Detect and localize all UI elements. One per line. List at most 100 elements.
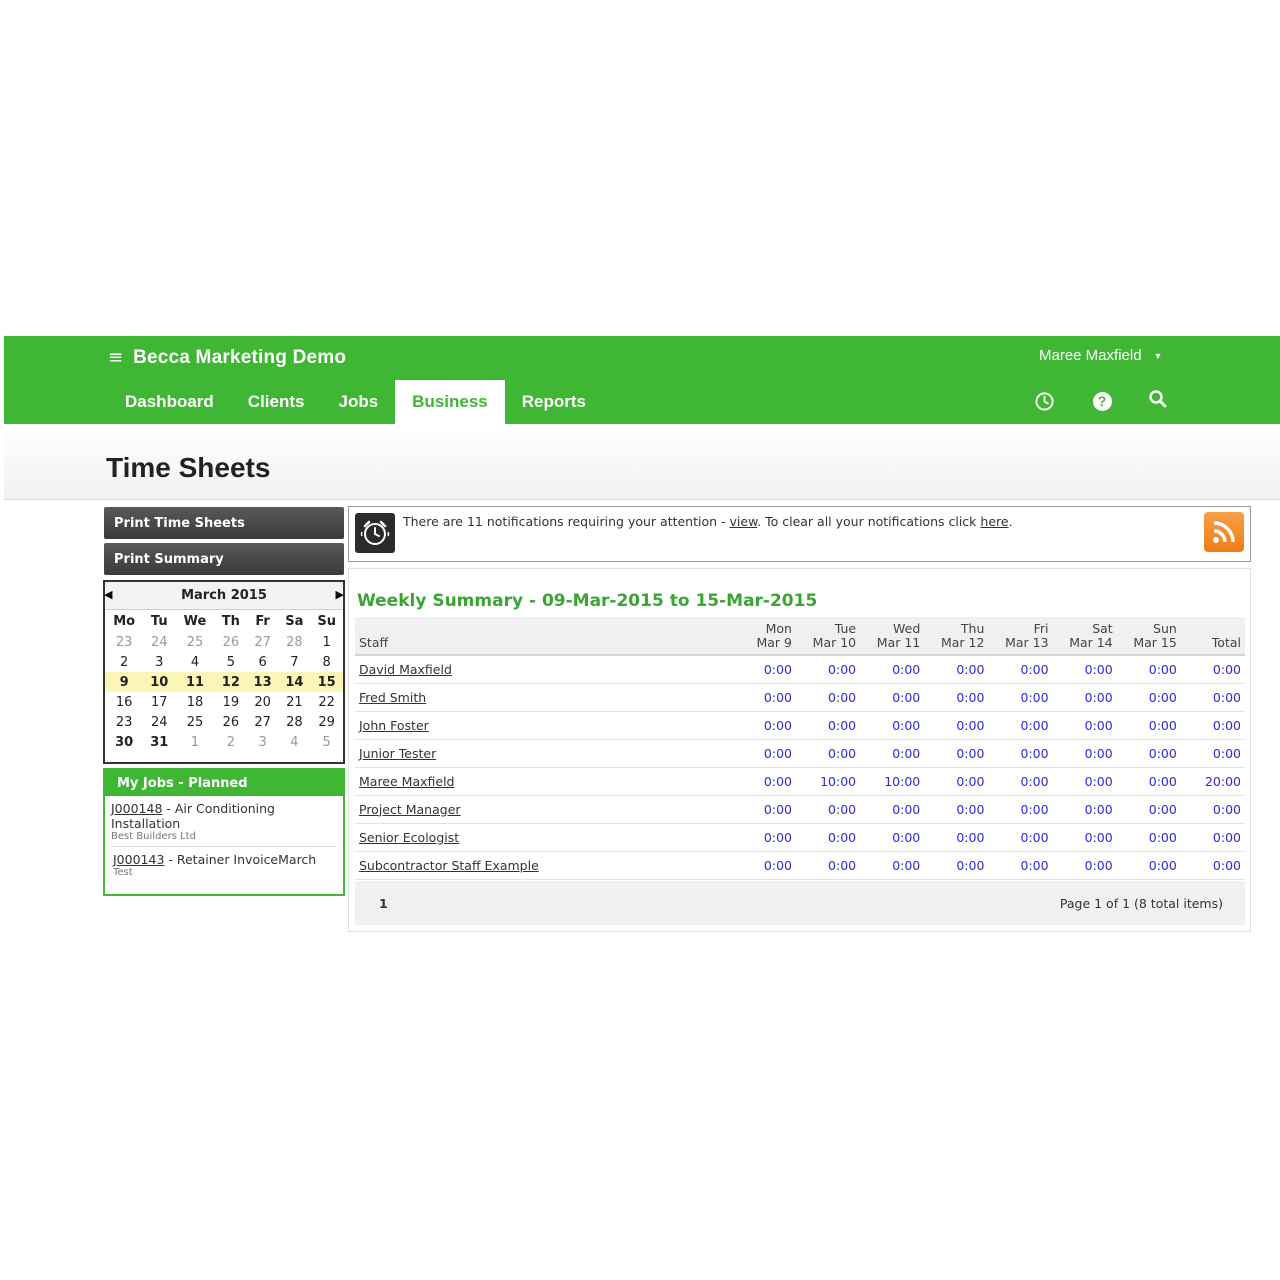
calendar-day[interactable]: 4	[175, 652, 215, 672]
hours-cell[interactable]: 0:00	[1052, 655, 1117, 684]
print-summary-button[interactable]: Print Summary	[104, 543, 344, 575]
hours-cell[interactable]: 0:00	[1052, 711, 1117, 740]
calendar-day[interactable]: 13	[246, 672, 279, 692]
hours-cell[interactable]: 0:00	[988, 851, 1053, 880]
calendar-day[interactable]: 3	[143, 652, 175, 672]
calendar-day[interactable]: 23	[105, 632, 143, 652]
hours-cell[interactable]: 10:00	[795, 767, 861, 796]
calendar-day[interactable]: 5	[310, 732, 343, 752]
hours-cell[interactable]: 0:00	[795, 823, 861, 852]
calendar-day[interactable]: 14	[278, 672, 311, 692]
calendar-day[interactable]: 25	[175, 712, 215, 732]
calendar-day[interactable]: 2	[105, 652, 143, 672]
hours-cell[interactable]: 0:00	[860, 739, 925, 768]
hours-cell[interactable]: 0:00	[795, 655, 861, 684]
calendar-day[interactable]: 23	[105, 712, 143, 732]
hours-cell[interactable]: 0:00	[1116, 683, 1181, 712]
search-icon[interactable]	[1147, 388, 1169, 410]
hours-cell[interactable]: 0:00	[731, 767, 796, 796]
total-hours-cell[interactable]: 20:00	[1180, 767, 1245, 796]
staff-name-link[interactable]: Maree Maxfield	[355, 767, 732, 796]
calendar-day[interactable]: 16	[105, 692, 143, 712]
total-hours-cell[interactable]: 0:00	[1180, 823, 1245, 852]
hours-cell[interactable]: 0:00	[795, 795, 861, 824]
calendar-day[interactable]: 1	[175, 732, 215, 752]
calendar-day[interactable]: 9	[105, 672, 144, 692]
staff-name-link[interactable]: John Foster	[355, 711, 732, 740]
print-time-sheets-button[interactable]: Print Time Sheets	[104, 507, 344, 539]
hours-cell[interactable]: 0:00	[988, 655, 1053, 684]
hours-cell[interactable]: 0:00	[731, 823, 796, 852]
job-code-link[interactable]: J000143	[113, 852, 164, 867]
hours-cell[interactable]: 0:00	[1116, 655, 1181, 684]
hours-cell[interactable]: 0:00	[860, 795, 925, 824]
job-code-link[interactable]: J000148	[111, 801, 162, 816]
hours-cell[interactable]: 0:00	[860, 683, 925, 712]
user-menu[interactable]: Maree Maxfield ▼	[1039, 347, 1162, 364]
calendar-day[interactable]: 17	[143, 692, 175, 712]
hours-cell[interactable]: 0:00	[988, 739, 1053, 768]
calendar-day[interactable]: 4	[278, 732, 310, 752]
total-hours-cell[interactable]: 0:00	[1180, 683, 1245, 712]
staff-name-link[interactable]: Project Manager	[355, 795, 732, 824]
calendar-day[interactable]: 2	[215, 732, 247, 752]
calendar-day[interactable]: 28	[278, 632, 310, 652]
view-notifications-link[interactable]: view	[730, 514, 758, 529]
hours-cell[interactable]: 0:00	[988, 711, 1053, 740]
hours-cell[interactable]: 0:00	[795, 683, 861, 712]
total-hours-cell[interactable]: 0:00	[1180, 851, 1245, 880]
hours-cell[interactable]: 0:00	[924, 683, 989, 712]
calendar-day[interactable]: 25	[175, 632, 215, 652]
hours-cell[interactable]: 0:00	[924, 767, 989, 796]
prev-month-icon[interactable]: ◀	[104, 588, 112, 601]
calendar-day[interactable]: 30	[105, 732, 143, 752]
calendar-day[interactable]: 8	[310, 652, 343, 672]
hours-cell[interactable]: 0:00	[988, 795, 1053, 824]
calendar-day[interactable]: 5	[215, 652, 247, 672]
hours-cell[interactable]: 0:00	[860, 851, 925, 880]
calendar-day[interactable]: 11	[175, 672, 215, 692]
calendar-day[interactable]: 28	[278, 712, 310, 732]
hours-cell[interactable]: 0:00	[1052, 683, 1117, 712]
calendar-day[interactable]: 29	[310, 712, 343, 732]
hours-cell[interactable]: 0:00	[731, 739, 796, 768]
help-icon[interactable]: ?	[1091, 390, 1113, 412]
calendar-day[interactable]: 15	[310, 672, 343, 692]
calendar-day[interactable]: 19	[215, 692, 247, 712]
calendar-day[interactable]: 1	[310, 632, 343, 652]
calendar-day[interactable]: 6	[247, 652, 279, 672]
hours-cell[interactable]: 0:00	[924, 795, 989, 824]
clock-icon[interactable]	[1033, 390, 1055, 412]
hours-cell[interactable]: 0:00	[988, 823, 1053, 852]
calendar-day[interactable]: 10	[143, 672, 176, 692]
staff-name-link[interactable]: Senior Ecologist	[355, 823, 732, 852]
hours-cell[interactable]: 0:00	[860, 711, 925, 740]
hours-cell[interactable]: 0:00	[924, 711, 989, 740]
tab-clients[interactable]: Clients	[231, 380, 322, 424]
hours-cell[interactable]: 0:00	[860, 655, 925, 684]
tab-reports[interactable]: Reports	[505, 380, 603, 424]
hours-cell[interactable]: 0:00	[1052, 823, 1117, 852]
clear-notifications-link[interactable]: here	[980, 514, 1008, 529]
hours-cell[interactable]: 0:00	[860, 823, 925, 852]
calendar-day[interactable]: 26	[215, 632, 247, 652]
calendar-day[interactable]: 26	[215, 712, 247, 732]
menu-list-icon[interactable]: ≡	[108, 349, 123, 367]
hours-cell[interactable]: 0:00	[1116, 711, 1181, 740]
total-hours-cell[interactable]: 0:00	[1180, 711, 1245, 740]
hours-cell[interactable]: 0:00	[1116, 851, 1181, 880]
pager-page-1[interactable]: 1	[379, 896, 388, 911]
hours-cell[interactable]: 0:00	[731, 851, 796, 880]
staff-name-link[interactable]: Fred Smith	[355, 683, 732, 712]
hours-cell[interactable]: 0:00	[924, 739, 989, 768]
hours-cell[interactable]: 0:00	[924, 851, 989, 880]
staff-name-link[interactable]: Subcontractor Staff Example	[355, 851, 732, 880]
hours-cell[interactable]: 0:00	[1116, 739, 1181, 768]
hours-cell[interactable]: 0:00	[731, 655, 796, 684]
calendar-day[interactable]: 3	[247, 732, 279, 752]
hours-cell[interactable]: 0:00	[1052, 851, 1117, 880]
staff-name-link[interactable]: Junior Tester	[355, 739, 732, 768]
hours-cell[interactable]: 0:00	[988, 683, 1053, 712]
hours-cell[interactable]: 10:00	[860, 767, 925, 796]
calendar-day[interactable]: 21	[278, 692, 310, 712]
